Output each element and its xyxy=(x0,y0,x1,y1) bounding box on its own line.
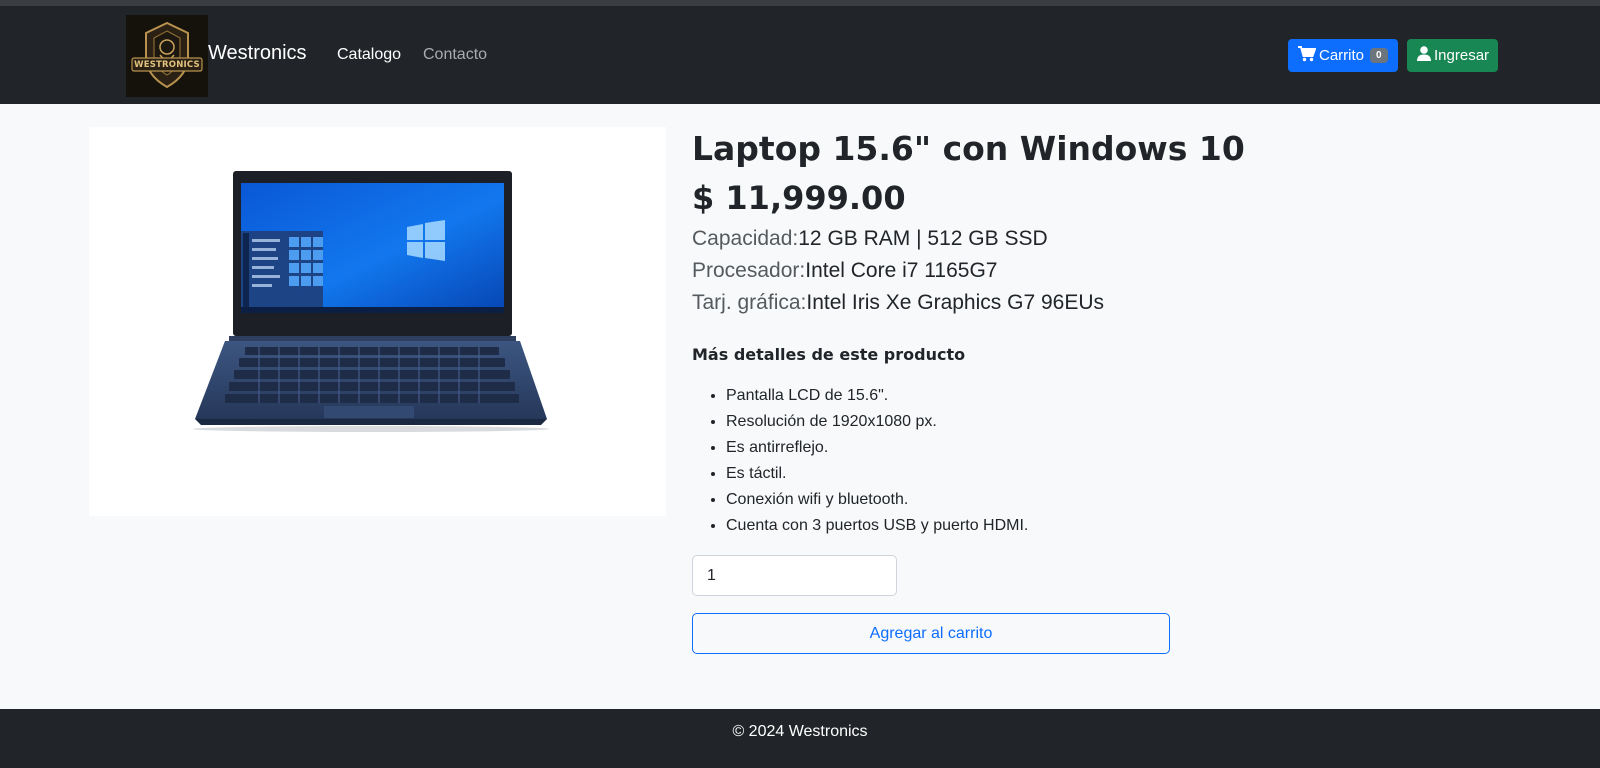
spec-key: Capacidad: xyxy=(692,227,799,250)
spec-value: Intel Core i7 1165G7 xyxy=(805,259,998,282)
footer-copyright: © 2024 Westronics xyxy=(732,723,868,740)
product-image xyxy=(89,127,666,516)
brand-name[interactable]: Westronics xyxy=(208,42,307,65)
login-label: Ingresar xyxy=(1434,47,1490,64)
brand-logo[interactable]: WESTRONICS xyxy=(126,15,208,97)
details-heading: Más detalles de este producto xyxy=(692,345,966,364)
spec-tarjeta-grafica: Tarj. gráfica:Intel Iris Xe Graphics G7 … xyxy=(692,291,1104,315)
spec-capacidad: Capacidad:12 GB RAM | 512 GB SSD xyxy=(692,227,1048,251)
spec-key: Tarj. gráfica: xyxy=(692,291,807,314)
cart-button[interactable]: Carrito 0 xyxy=(1288,39,1398,72)
product-price: $ 11,999.00 xyxy=(692,179,906,217)
logo-emblem-icon xyxy=(126,15,208,97)
cart-icon xyxy=(1298,45,1317,66)
list-item: Es antirreflejo. xyxy=(726,435,1028,461)
spec-procesador: Procesador:Intel Core i7 1165G7 xyxy=(692,259,997,283)
list-item: Pantalla LCD de 15.6". xyxy=(726,383,1028,409)
nav-link-contacto[interactable]: Contacto xyxy=(423,46,487,64)
list-item: Cuenta con 3 puertos USB y puerto HDMI. xyxy=(726,513,1028,539)
feature-list: Pantalla LCD de 15.6". Resolución de 192… xyxy=(726,383,1028,539)
login-button[interactable]: Ingresar xyxy=(1407,39,1498,72)
list-item: Resolución de 1920x1080 px. xyxy=(726,409,1028,435)
laptop-image xyxy=(193,171,549,432)
quantity-input[interactable] xyxy=(692,555,897,596)
list-item: Es táctil. xyxy=(726,461,1028,487)
cart-count-badge: 0 xyxy=(1370,48,1388,63)
nav-link-catalogo[interactable]: Catalogo xyxy=(337,46,401,64)
navbar: WESTRONICS Westronics Catalogo Contacto … xyxy=(0,6,1600,104)
logo-text: WESTRONICS xyxy=(134,60,200,70)
user-icon xyxy=(1417,46,1431,65)
cart-label: Carrito xyxy=(1319,47,1365,64)
list-item: Conexión wifi y bluetooth. xyxy=(726,487,1028,513)
footer: © 2024 Westronics xyxy=(0,709,1600,768)
spec-key: Procesador: xyxy=(692,259,806,282)
add-to-cart-button[interactable]: Agregar al carrito xyxy=(692,613,1170,654)
product-title: Laptop 15.6" con Windows 10 xyxy=(692,129,1245,168)
spec-value: 12 GB RAM | 512 GB SSD xyxy=(798,227,1048,250)
spec-value: Intel Iris Xe Graphics G7 96EUs xyxy=(806,291,1104,314)
